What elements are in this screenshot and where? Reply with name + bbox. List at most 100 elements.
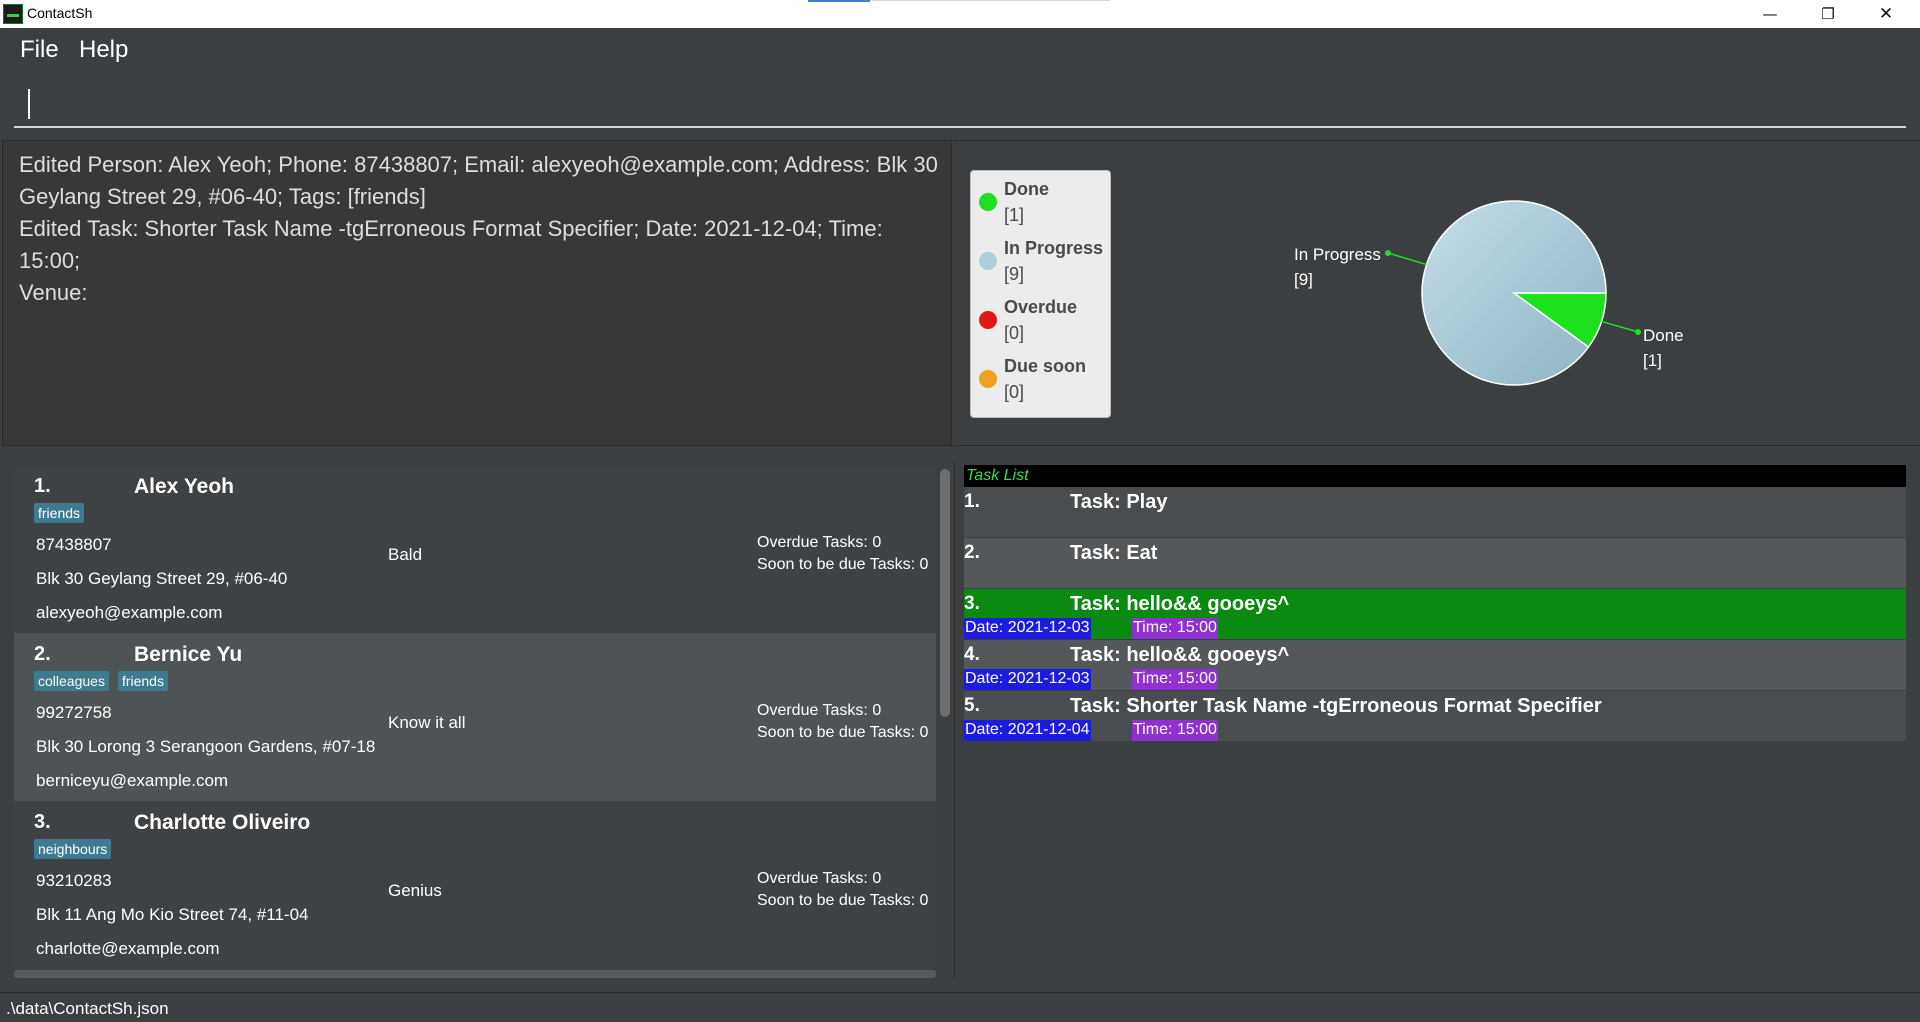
result-text: Edited Person: Alex Yeoh; Phone: 8743880… xyxy=(19,149,949,309)
task-index: 4. xyxy=(964,644,980,665)
tag-list: colleagues friends xyxy=(34,671,168,691)
pie-label-count: [9] xyxy=(1294,270,1313,289)
legend-label: Done xyxy=(1004,179,1049,199)
minimize-button[interactable]: — xyxy=(1741,0,1799,28)
person-email: berniceyu@example.com xyxy=(36,771,229,790)
person-remark: Bald xyxy=(388,545,423,564)
person-task-counts: Overdue Tasks: 0 Soon to be due Tasks: 0 xyxy=(757,532,928,576)
task-row[interactable]: 4. Task: hello&& gooeys^ Date: 2021-12-0… xyxy=(964,640,1906,690)
title-bar: ContactSh — ❐ ✕ xyxy=(0,0,1920,28)
task-name: Task: hello&& gooeys^ xyxy=(1070,593,1290,615)
person-list-scrollbar[interactable] xyxy=(938,467,952,975)
task-index: 1. xyxy=(964,491,980,512)
pie-label-text: Done xyxy=(1643,326,1684,345)
pie-label-in-progress: In Progress [9] xyxy=(1294,242,1381,292)
task-list-title: Task List xyxy=(966,467,1029,484)
pie-slice-in-progress xyxy=(1421,200,1607,386)
task-time-badge: Time: 15:00 xyxy=(1132,618,1218,639)
legend-count: [0] xyxy=(1004,323,1025,343)
tag: friends xyxy=(34,503,85,523)
soon-due-count: Soon to be due Tasks: 0 xyxy=(757,556,929,573)
menu-bar: File Help xyxy=(0,28,1920,72)
person-task-counts: Overdue Tasks: 0 Soon to be due Tasks: 0 xyxy=(757,700,928,744)
legend-dot-done xyxy=(979,193,997,211)
pie-label-done: Done [1] xyxy=(1643,323,1684,373)
restore-icon: ❐ xyxy=(1821,5,1835,23)
overdue-count: Overdue Tasks: 0 xyxy=(757,870,882,887)
title-accent-line xyxy=(808,0,870,2)
tag: friends xyxy=(117,671,168,691)
task-index: 3. xyxy=(964,593,980,614)
title-accent-line-grey xyxy=(870,0,1110,1)
task-time-badge: Time: 15:00 xyxy=(1132,720,1218,741)
person-email: alexyeoh@example.com xyxy=(36,603,223,622)
task-name: Task: hello&& gooeys^ xyxy=(1070,644,1290,666)
result-line: Edited Person: Alex Yeoh; Phone: 8743880… xyxy=(19,152,938,177)
chart-legend: Done [1] In Progress [9] Overdue [0] Due… xyxy=(970,170,1111,418)
legend-count: [9] xyxy=(1004,264,1025,284)
person-address: Blk 30 Lorong 3 Serangoon Gardens, #07-1… xyxy=(36,737,376,756)
task-row[interactable]: 1. Task: Play xyxy=(964,487,1906,537)
text-caret xyxy=(28,89,30,119)
close-button[interactable]: ✕ xyxy=(1857,0,1915,28)
task-index: 5. xyxy=(964,695,980,716)
legend-label: Due soon xyxy=(1004,356,1087,376)
overdue-count: Overdue Tasks: 0 xyxy=(757,534,882,551)
tag: neighbours xyxy=(34,839,112,859)
person-name: Charlotte Oliveiro xyxy=(134,811,311,834)
status-bar: .\data\ContactSh.json xyxy=(0,992,1920,1022)
app-icon xyxy=(3,4,23,24)
tag: colleagues xyxy=(34,671,109,691)
person-address: Blk 11 Ang Mo Kio Street 74, #11-04 xyxy=(36,905,309,924)
legend-count: [0] xyxy=(1004,382,1025,402)
pie-label-count: [1] xyxy=(1643,351,1662,370)
person-index: 1. xyxy=(34,475,51,497)
tag-list: friends xyxy=(34,503,85,523)
task-name: Task: Shorter Task Name -tgErroneous For… xyxy=(1070,695,1602,717)
save-file-path: .\data\ContactSh.json xyxy=(6,999,169,1018)
task-status-pie-chart: In Progress [9] Done [1] xyxy=(1280,180,1740,400)
result-line: Geylang Street 29, #06-40; Tags: [friend… xyxy=(19,184,426,209)
person-index: 3. xyxy=(34,811,51,833)
legend-dot-due-soon xyxy=(979,370,997,388)
result-line: Venue: xyxy=(19,280,88,305)
task-row[interactable]: 5. Task: Shorter Task Name -tgErroneous … xyxy=(964,691,1906,741)
command-input[interactable] xyxy=(14,74,1906,128)
task-row[interactable]: 2. Task: Eat xyxy=(964,538,1906,588)
legend-count: [1] xyxy=(1004,205,1025,225)
legend-item-in-progress: In Progress [9] xyxy=(971,230,1111,289)
task-row[interactable]: 3. Task: hello&& gooeys^ Date: 2021-12-0… xyxy=(964,589,1906,639)
person-phone: 87438807 xyxy=(36,535,112,554)
soon-due-count: Soon to be due Tasks: 0 xyxy=(757,724,929,741)
menu-file[interactable]: File xyxy=(20,36,59,64)
result-display: Edited Person: Alex Yeoh; Phone: 8743880… xyxy=(2,140,952,446)
person-card[interactable]: 1. Alex Yeoh friends 87438807 Blk 30 Gey… xyxy=(14,465,936,633)
task-date-badge: Date: 2021-12-03 xyxy=(964,669,1091,690)
maximize-button[interactable]: ❐ xyxy=(1799,0,1857,28)
task-list-header: Task List xyxy=(964,465,1906,487)
person-card[interactable]: 3. Charlotte Oliveiro neighbours 9321028… xyxy=(14,801,936,969)
overdue-count: Overdue Tasks: 0 xyxy=(757,702,882,719)
pie-leader-line xyxy=(1387,252,1427,266)
task-time-badge: Time: 15:00 xyxy=(1132,669,1218,690)
task-date-badge: Date: 2021-12-04 xyxy=(964,720,1091,741)
scrollbar-thumb[interactable] xyxy=(940,469,950,717)
result-line: Edited Task: Shorter Task Name -tgErrone… xyxy=(19,216,883,273)
menu-help[interactable]: Help xyxy=(79,36,128,64)
pie-leader-dot xyxy=(1635,329,1641,335)
task-index: 2. xyxy=(964,542,980,563)
person-email: charlotte@example.com xyxy=(36,939,220,958)
person-list-horizontal-scrollbar[interactable] xyxy=(14,970,936,978)
person-remark: Genius xyxy=(388,881,442,900)
task-name: Task: Play xyxy=(1070,491,1168,513)
pane-divider[interactable] xyxy=(0,448,1920,454)
pie-label-text: In Progress xyxy=(1294,245,1381,264)
person-card[interactable]: 2. Bernice Yu colleagues friends 9927275… xyxy=(14,633,936,801)
legend-dot-overdue xyxy=(979,311,997,329)
person-address: Blk 30 Geylang Street 29, #06-40 xyxy=(36,569,288,588)
command-box xyxy=(0,72,1920,134)
close-icon: ✕ xyxy=(1878,4,1894,24)
window-title: ContactSh xyxy=(27,5,93,21)
legend-label: In Progress xyxy=(1004,238,1104,258)
person-remark: Know it all xyxy=(388,713,466,732)
